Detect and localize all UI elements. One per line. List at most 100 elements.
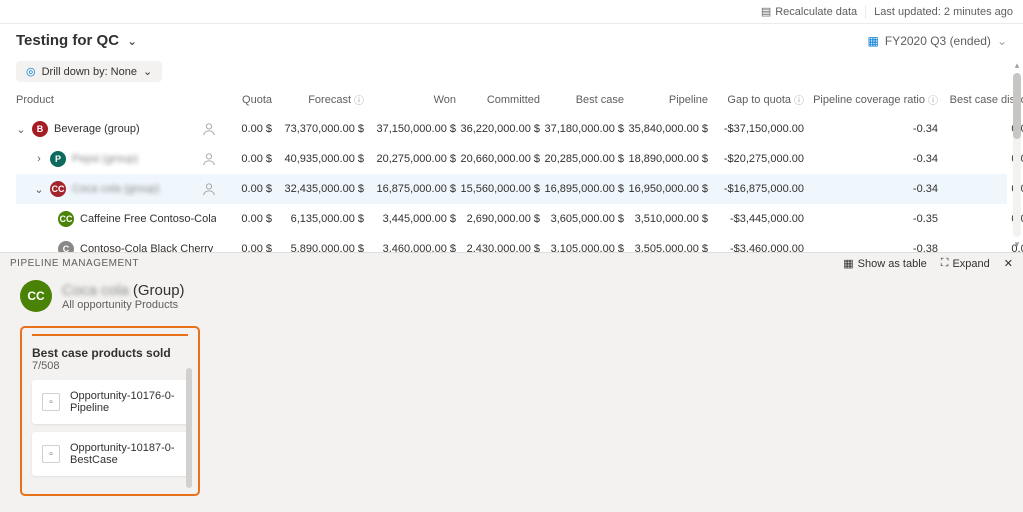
product-badge: CC: [50, 181, 66, 197]
period-picker[interactable]: ▦ FY2020 Q3 (ended) ⌄: [868, 34, 1007, 48]
col-coverage[interactable]: Pipeline coverage ratioⓘ: [808, 92, 938, 107]
cell-bcdisc: 0.00 $: [942, 183, 1023, 195]
cell-pipeline: 16,950,000.00 $: [628, 183, 708, 195]
cell-forecast: 6,135,000.00 $: [276, 213, 364, 225]
cell-quota: 0.00 $: [220, 213, 272, 225]
expand-button[interactable]: ⛶Expand: [941, 257, 990, 270]
pipeline-panel: PIPELINE MANAGEMENT ▦Show as table ⛶Expa…: [0, 252, 1023, 512]
cell-bcdisc: 0.00 $: [942, 153, 1023, 165]
opportunity-card[interactable]: ▫ Opportunity-10176-0-Pipeline: [32, 380, 190, 424]
doc-icon: ▫: [42, 445, 60, 463]
scrollbar[interactable]: ▴▾: [1013, 60, 1021, 250]
col-forecast[interactable]: Forecastⓘ: [276, 92, 364, 107]
col-bestcase[interactable]: Best case: [544, 92, 624, 107]
user-icon: [202, 182, 216, 196]
cell-forecast: 40,935,000.00 $: [276, 153, 364, 165]
cell-bcdisc: 0.00 $: [942, 213, 1023, 225]
cell-committed: 20,660,000.00 $: [460, 153, 540, 165]
col-quota[interactable]: Quota: [220, 92, 272, 107]
scroll-down-icon[interactable]: ▾: [1015, 239, 1020, 250]
chevron-down-icon[interactable]: ⌄: [16, 123, 26, 136]
product-badge: P: [50, 151, 66, 167]
table-row[interactable]: ›PPepsi (group)0.00 $40,935,000.00 $20,2…: [16, 144, 1007, 174]
scroll-up-icon[interactable]: ▴: [1015, 60, 1020, 71]
table-row[interactable]: ⌄BBeverage (group)0.00 $73,370,000.00 $3…: [16, 114, 1007, 144]
target-icon: ◎: [26, 65, 36, 78]
chevron-down-icon[interactable]: ⌄: [34, 183, 44, 196]
product-name: Coca cola (group): [72, 183, 159, 195]
chevron-right-icon[interactable]: ›: [34, 153, 44, 165]
col-committed[interactable]: Committed: [460, 92, 540, 107]
cell-won: 3,445,000.00 $: [368, 213, 456, 225]
page-title: Testing for QC: [16, 32, 119, 49]
title-dropdown[interactable]: Testing for QC ⌄: [16, 32, 137, 49]
avatar: CC: [20, 280, 52, 312]
best-case-card: Best case products sold 7/508 ▫ Opportuni…: [20, 326, 200, 496]
col-product[interactable]: Product: [16, 92, 216, 107]
opportunity-card[interactable]: ▫ Opportunity-10187-0-BestCase: [32, 432, 190, 476]
cell-bestcase: 16,895,000.00 $: [544, 183, 624, 195]
show-as-table-button[interactable]: ▦Show as table: [843, 257, 927, 270]
cell-pipeline: 35,840,000.00 $: [628, 123, 708, 135]
detail-subtitle: All opportunity Products: [62, 299, 185, 311]
cell-coverage: -0.35: [808, 213, 938, 225]
product-name: Caffeine Free Contoso-Cola: [80, 213, 216, 225]
close-button[interactable]: ✕: [1004, 257, 1013, 270]
last-updated: Last updated: 2 minutes ago: [874, 6, 1013, 18]
grid-header: Product Quota Forecastⓘ Won Committed Be…: [16, 86, 1007, 114]
cell-bcdisc: 0.00 $: [942, 123, 1023, 135]
forecast-grid: Product Quota Forecastⓘ Won Committed Be…: [0, 86, 1023, 264]
calculator-icon: ▤: [761, 5, 771, 18]
product-name: Pepsi (group): [72, 153, 138, 165]
info-icon: ⓘ: [794, 92, 804, 107]
table-icon: ▦: [843, 257, 853, 270]
opportunity-name: Opportunity-10187-0-BestCase: [70, 442, 180, 466]
cell-coverage: -0.34: [808, 153, 938, 165]
cell-bestcase: 20,285,000.00 $: [544, 153, 624, 165]
col-gap[interactable]: Gap to quotaⓘ: [712, 92, 804, 107]
col-bcdisc[interactable]: Best case discount: [942, 92, 1023, 107]
drill-down-button[interactable]: ◎ Drill down by: None ⌄: [16, 61, 162, 82]
product-name: Beverage (group): [54, 123, 140, 135]
cell-coverage: -0.34: [808, 123, 938, 135]
doc-icon: ▫: [42, 393, 60, 411]
calendar-icon: ▦: [868, 34, 879, 48]
close-icon: ✕: [1004, 257, 1013, 270]
chevron-down-icon: ⌄: [127, 34, 137, 48]
detail-title: Coca cola (Group): [62, 282, 185, 299]
cell-bestcase: 3,605,000.00 $: [544, 213, 624, 225]
detail-header: CC Coca cola (Group) All opportunity Pro…: [0, 274, 1023, 318]
user-icon: [202, 122, 216, 136]
cell-won: 20,275,000.00 $: [368, 153, 456, 165]
table-row[interactable]: CC Caffeine Free Contoso-Cola 0.00 $ 6,135,…: [16, 204, 1007, 234]
cell-committed: 15,560,000.00 $: [460, 183, 540, 195]
period-label: FY2020 Q3 (ended): [885, 34, 991, 48]
col-pipeline[interactable]: Pipeline: [628, 92, 708, 107]
table-row[interactable]: ⌄CCCoca cola (group)0.00 $32,435,000.00 …: [16, 174, 1007, 204]
header: Testing for QC ⌄ ▦ FY2020 Q3 (ended) ⌄: [0, 24, 1023, 57]
card-count: 7/508: [32, 360, 190, 372]
cell-committed: 2,690,000.00 $: [460, 213, 540, 225]
col-won[interactable]: Won: [368, 92, 456, 107]
cell-gap: -$3,445,000.00: [712, 213, 804, 225]
cell-forecast: 73,370,000.00 $: [276, 123, 364, 135]
recalculate-button[interactable]: ▤ Recalculate data: [761, 5, 857, 18]
cell-forecast: 32,435,000.00 $: [276, 183, 364, 195]
top-bar: ▤ Recalculate data Last updated: 2 minut…: [0, 0, 1023, 24]
opportunity-name: Opportunity-10176-0-Pipeline: [70, 390, 180, 414]
info-icon: ⓘ: [354, 92, 364, 107]
cell-gap: -$37,150,000.00: [712, 123, 804, 135]
info-icon: ⓘ: [928, 92, 938, 107]
cell-pipeline: 3,510,000.00 $: [628, 213, 708, 225]
product-badge: CC: [58, 211, 74, 227]
cell-gap: -$16,875,000.00: [712, 183, 804, 195]
expand-icon: ⛶: [941, 257, 949, 270]
cell-coverage: -0.34: [808, 183, 938, 195]
card-title: Best case products sold: [32, 346, 190, 360]
cell-committed: 36,220,000.00 $: [460, 123, 540, 135]
cell-bestcase: 37,180,000.00 $: [544, 123, 624, 135]
drill-row: ◎ Drill down by: None ⌄: [0, 57, 1023, 86]
recalc-label: Recalculate data: [775, 6, 857, 18]
card-scrollbar[interactable]: [186, 368, 192, 488]
panel-header: PIPELINE MANAGEMENT ▦Show as table ⛶Expa…: [0, 253, 1023, 274]
